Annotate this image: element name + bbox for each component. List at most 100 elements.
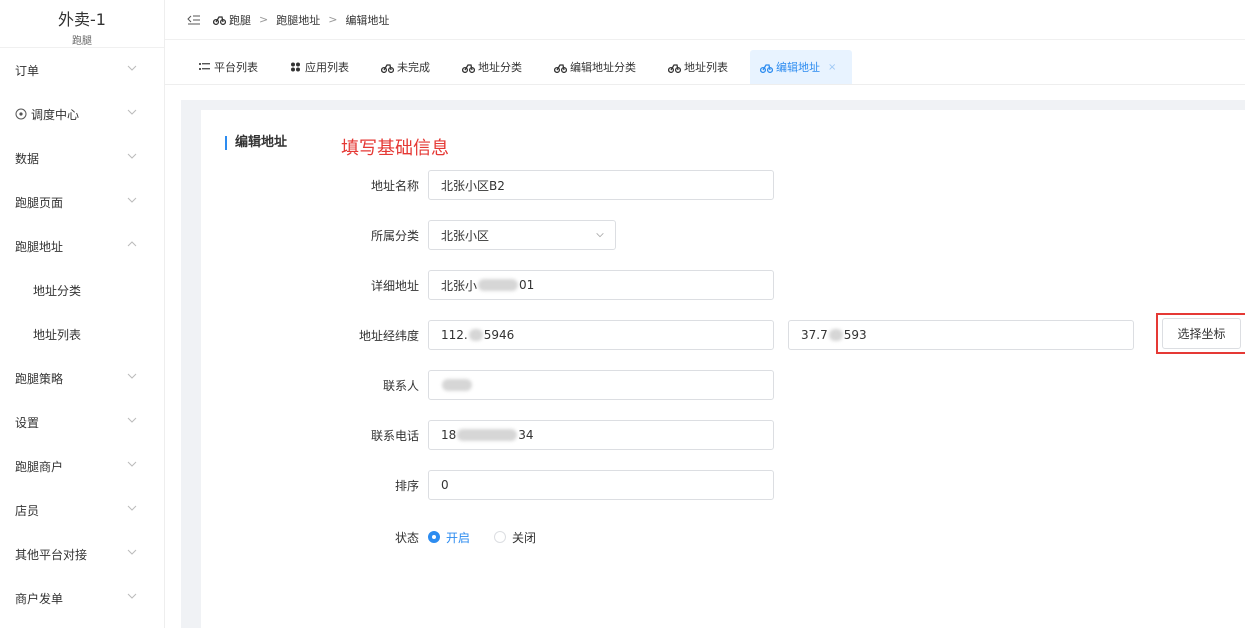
chevron-down-icon <box>596 233 604 238</box>
chevron-down-icon <box>127 153 137 159</box>
sidebar-item-label: 店员 <box>15 503 40 518</box>
sidebar-item-errand-pages[interactable]: 跑腿页面 <box>0 180 164 224</box>
tab-edit-address-category[interactable]: 编辑地址分类 <box>544 50 658 84</box>
phone-suffix: 34 <box>518 428 534 442</box>
sidebar-item-label: 数据 <box>15 151 40 166</box>
sidebar-item-label: 跑腿策略 <box>15 371 64 386</box>
sidebar-item-errand-merchants[interactable]: 跑腿商户 <box>0 444 164 488</box>
tab-bar: 平台列表 应用列表 未完成 地址分类 编辑地址分类 地址列表 编辑地址 × <box>165 40 1245 85</box>
tab-label: 应用列表 <box>305 61 349 74</box>
address-name-label: 地址名称 <box>370 178 419 193</box>
tab-label: 地址列表 <box>684 61 728 74</box>
phone-input[interactable]: 18 34 <box>428 420 774 450</box>
main: 跑腿 > 跑腿地址 > 编辑地址 平台列表 应用列表 未完成 地址分类 编辑地址… <box>165 0 1245 638</box>
chevron-down-icon <box>127 417 137 423</box>
brand-title: 外卖-1 <box>58 10 106 29</box>
detail-address-input[interactable]: 北张小 01 <box>428 270 774 300</box>
sidebar-item-address-category[interactable]: 地址分类 <box>0 268 164 312</box>
category-select[interactable]: 北张小区 <box>428 220 616 250</box>
redacted-blur <box>468 329 483 341</box>
list-icon <box>199 63 210 70</box>
sidebar-menu: 订单 调度中心 数据 跑腿页面 跑腿地址 地址分类 地址列表 跑腿策略 设置 跑… <box>0 48 164 620</box>
motorbike-icon <box>554 63 567 73</box>
sidebar-item-label: 其他平台对接 <box>15 547 88 562</box>
motorbike-icon <box>760 63 773 73</box>
status-radio-off[interactable]: 关闭 <box>494 529 536 546</box>
redacted-blur <box>478 279 519 291</box>
sidebar-item-merchant-orders[interactable]: 商户发单 <box>0 576 164 620</box>
sort-label: 排序 <box>394 478 419 493</box>
latitude-prefix: 37.7 <box>801 328 828 342</box>
radio-dot <box>428 531 440 543</box>
chevron-down-icon <box>127 505 137 511</box>
row-category: 所属分类 北张小区 <box>201 220 616 250</box>
sidebar-item-address-list[interactable]: 地址列表 <box>0 312 164 356</box>
tab-app-list[interactable]: 应用列表 <box>280 50 371 84</box>
sidebar-item-label: 跑腿商户 <box>15 459 64 474</box>
apps-icon <box>291 62 300 72</box>
breadcrumb-item[interactable]: 跑腿 <box>229 12 251 28</box>
detail-address-suffix: 01 <box>519 278 535 292</box>
row-address-name: 地址名称 北张小区B2 <box>201 170 774 200</box>
sidebar-item-data[interactable]: 数据 <box>0 136 164 180</box>
section-title: 编辑地址 <box>225 136 287 150</box>
sidebar-item-dispatch[interactable]: 调度中心 <box>0 92 164 136</box>
pick-coordinates-button[interactable]: 选择坐标 <box>1162 318 1241 349</box>
collapse-menu-icon[interactable] <box>187 14 201 26</box>
latitude-input[interactable]: 37.7 593 <box>788 320 1134 350</box>
row-contact: 联系人 <box>201 370 774 400</box>
form-card: 编辑地址 填写基础信息 地址名称 北张小区B2 所属分类 北张小区 详细地址 北… <box>201 110 1245 638</box>
status-off-label: 关闭 <box>512 530 537 545</box>
chevron-up-icon <box>127 241 137 247</box>
motorbike-icon <box>381 63 394 73</box>
chevron-down-icon <box>127 109 137 115</box>
tab-label: 未完成 <box>397 61 430 74</box>
sort-input[interactable]: 0 <box>428 470 774 500</box>
tab-label: 地址分类 <box>478 61 522 74</box>
longitude-prefix: 112. <box>441 328 468 342</box>
longitude-input[interactable]: 112. 5946 <box>428 320 774 350</box>
sidebar-item-errand-address[interactable]: 跑腿地址 <box>0 224 164 268</box>
sidebar-item-label: 跑腿地址 <box>15 239 64 254</box>
tab-address-category[interactable]: 地址分类 <box>452 50 544 84</box>
sidebar-item-other-platforms[interactable]: 其他平台对接 <box>0 532 164 576</box>
address-name-value: 北张小区B2 <box>441 178 505 193</box>
tab-unfinished[interactable]: 未完成 <box>371 50 452 84</box>
status-label: 状态 <box>394 530 419 545</box>
content-area: 编辑地址 填写基础信息 地址名称 北张小区B2 所属分类 北张小区 详细地址 北… <box>181 100 1245 638</box>
sidebar-item-label: 调度中心 <box>31 107 80 122</box>
redacted-blur <box>828 329 843 341</box>
phone-label: 联系电话 <box>370 428 419 443</box>
redacted-blur <box>457 429 518 441</box>
breadcrumb-item: 编辑地址 <box>345 13 390 27</box>
row-detail-address: 详细地址 北张小 01 <box>201 270 774 300</box>
detail-address-prefix: 北张小 <box>441 278 478 293</box>
row-phone: 联系电话 18 34 <box>201 420 774 450</box>
row-sort: 排序 0 <box>201 470 774 500</box>
sidebar-item-orders[interactable]: 订单 <box>0 48 164 92</box>
breadcrumb-item[interactable]: 跑腿地址 <box>276 12 320 28</box>
sidebar-item-settings[interactable]: 设置 <box>0 400 164 444</box>
sidebar-item-staff[interactable]: 店员 <box>0 488 164 532</box>
category-value: 北张小区 <box>441 228 490 243</box>
brand: 外卖-1 跑腿 <box>0 0 164 48</box>
contact-input[interactable] <box>428 370 774 400</box>
brand-subtitle: 跑腿 <box>72 36 92 47</box>
chevron-down-icon <box>127 373 137 379</box>
tab-edit-address[interactable]: 编辑地址 × <box>750 50 853 84</box>
tab-label: 编辑地址分类 <box>570 61 636 74</box>
tab-address-list[interactable]: 地址列表 <box>658 50 750 84</box>
chevron-down-icon <box>127 549 137 555</box>
sidebar-item-errand-strategy[interactable]: 跑腿策略 <box>0 356 164 400</box>
chevron-down-icon <box>127 593 137 599</box>
location-icon <box>15 108 27 120</box>
sidebar-item-label: 设置 <box>15 415 40 430</box>
status-radio-group: 开启 关闭 <box>428 529 560 546</box>
tab-platform-list[interactable]: 平台列表 <box>189 50 280 84</box>
sidebar-item-label: 地址分类 <box>33 283 82 298</box>
motorbike-icon <box>213 16 226 25</box>
close-icon[interactable]: × <box>828 62 836 73</box>
address-name-input[interactable]: 北张小区B2 <box>428 170 774 200</box>
breadcrumb-separator: > <box>328 13 338 26</box>
status-radio-on[interactable]: 开启 <box>428 529 470 546</box>
